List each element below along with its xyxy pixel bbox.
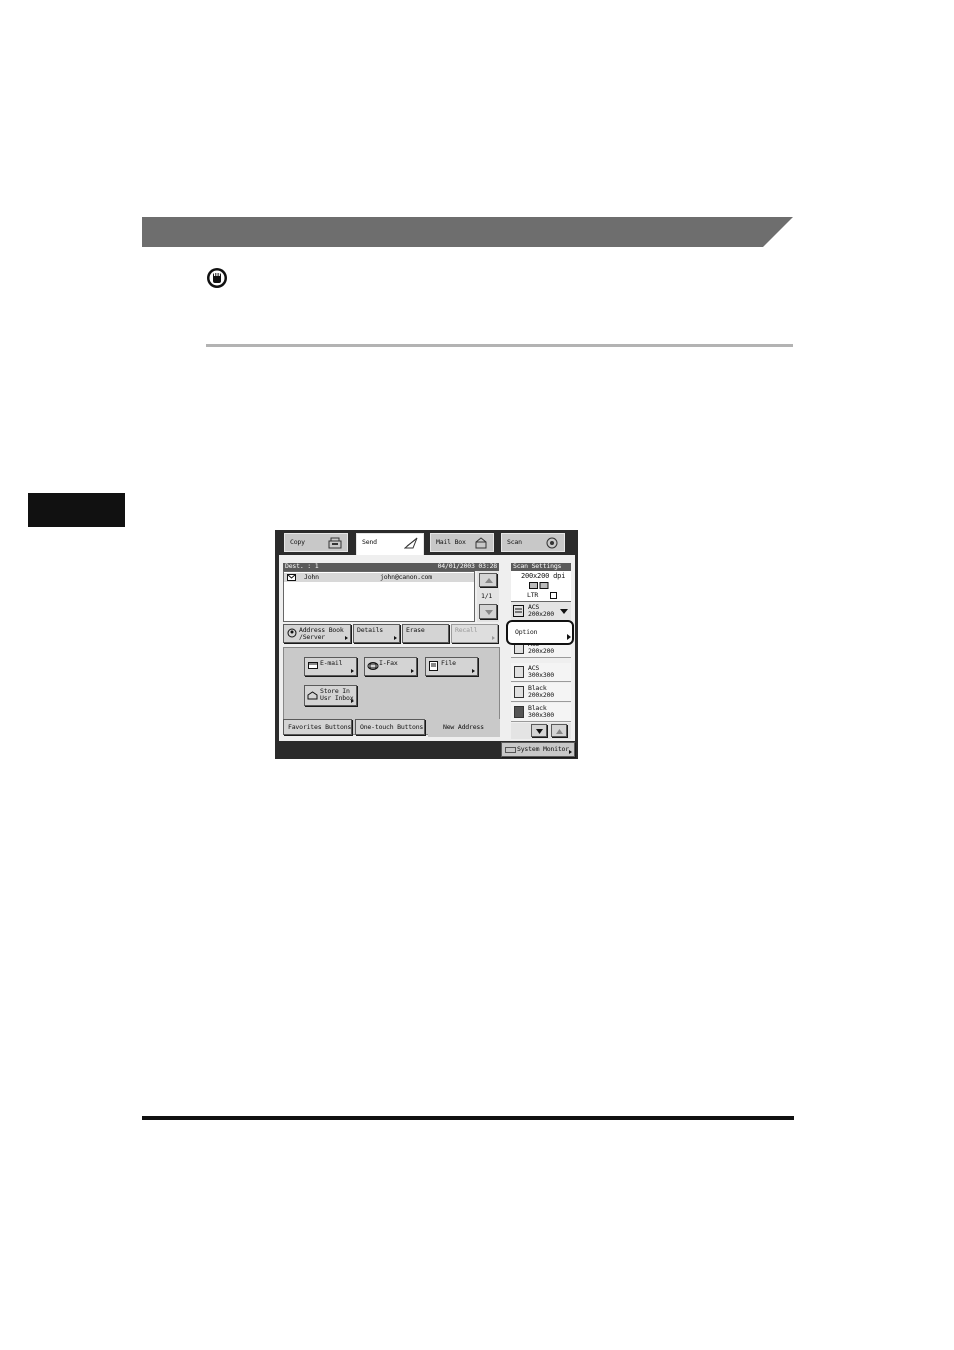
file-icon <box>429 661 438 671</box>
favorites-buttons-label: Favorites Buttons <box>288 723 352 731</box>
scan-list-scroll <box>511 723 571 739</box>
recall-button[interactable]: Recall <box>451 624 498 643</box>
file-button[interactable]: File <box>425 657 478 676</box>
tab-copy[interactable]: Copy <box>284 533 348 552</box>
down-arrow-icon <box>536 729 543 734</box>
store-in-user-inbox-label: Store In Usr Inbox <box>320 687 354 702</box>
dropdown-arrow-icon <box>560 609 568 614</box>
scan-resolution: 200x200 dpi <box>521 572 566 580</box>
email-button[interactable]: E-mail <box>304 657 357 676</box>
duplex-icon <box>529 582 549 589</box>
tab-send-label: Send <box>362 538 377 546</box>
scroll-down-button[interactable] <box>479 604 497 619</box>
scroll-up-button[interactable] <box>479 573 497 587</box>
option-button[interactable]: Option <box>506 620 574 645</box>
paper-orientation-icon <box>550 592 557 599</box>
file-label: File <box>441 659 456 667</box>
monitor-icon <box>505 747 516 753</box>
right-arrow-icon <box>567 634 571 640</box>
recall-label: Recall <box>455 626 478 634</box>
email-address-icon <box>287 574 296 581</box>
chapter-index-tab <box>28 493 125 527</box>
details-button[interactable]: Details <box>353 624 400 643</box>
scan-settings-title: Scan Settings <box>513 562 562 570</box>
scan-icon <box>546 537 558 549</box>
details-label: Details <box>357 626 383 634</box>
new-address-tab[interactable]: New Address <box>428 719 500 737</box>
erase-button[interactable]: Erase <box>402 624 449 643</box>
inbox-icon <box>307 691 318 700</box>
dest-scroll: 1/1 <box>477 571 499 622</box>
up-arrow-icon <box>485 578 493 583</box>
scan-scroll-up-button[interactable] <box>551 724 567 737</box>
system-monitor-button[interactable]: System Monitor <box>501 742 575 757</box>
scan-mode-black-200[interactable]: Black 200x200 <box>511 683 571 702</box>
scan-mode-black-300[interactable]: Black 300x300 <box>511 703 571 722</box>
copier-icon <box>328 537 342 549</box>
tab-copy-label: Copy <box>290 538 305 546</box>
mailbox-icon <box>475 537 487 549</box>
ifax-icon <box>367 662 379 670</box>
address-book-icon <box>287 628 297 638</box>
scan-mode-label: Black 300x300 <box>528 704 554 719</box>
system-monitor-label: System Monitor <box>517 745 569 753</box>
favorites-buttons-tab[interactable]: Favorites Buttons <box>283 719 352 735</box>
caution-icon <box>207 268 227 288</box>
destination-list: John john@canon.com <box>283 571 475 622</box>
ifax-label: I-Fax <box>379 659 398 667</box>
send-icon <box>404 537 418 549</box>
dest-count: Dest. : 1 <box>285 562 319 570</box>
scan-settings-summary: 200x200 dpi LTR <box>511 571 571 601</box>
store-in-user-inbox-button[interactable]: Store In Usr Inbox <box>304 685 357 706</box>
tab-scan[interactable]: Scan <box>501 533 565 552</box>
current-scan-mode: ACS 200x200 <box>528 603 554 618</box>
date-time: 04/01/2003 03:28 <box>437 562 498 570</box>
down-arrow-icon <box>485 610 493 615</box>
page-indicator: 1/1 <box>481 592 493 600</box>
scan-settings-header: Scan Settings <box>511 563 571 571</box>
up-arrow-icon <box>556 729 563 734</box>
option-label: Option <box>515 628 538 636</box>
one-touch-buttons-tab[interactable]: One-touch Buttons <box>355 719 425 735</box>
scan-mode-acs-300[interactable]: ACS 300x300 <box>511 663 571 682</box>
scan-mode-thumb-icon <box>513 605 524 617</box>
scan-mode-label: Black 200x200 <box>528 684 554 699</box>
document-icon <box>514 706 524 718</box>
tab-send[interactable]: Send <box>356 533 424 555</box>
tab-scan-label: Scan <box>507 538 522 546</box>
one-touch-buttons-label: One-touch Buttons <box>360 723 424 731</box>
tab-mail-box[interactable]: Mail Box <box>430 533 494 552</box>
destination-address: john@canon.com <box>380 573 432 581</box>
destination-name: John <box>304 573 319 581</box>
section-header-bar <box>142 217 793 247</box>
scan-mode-selector[interactable]: ACS 200x200 <box>511 601 571 620</box>
email-label: E-mail <box>320 659 343 667</box>
destination-header: Dest. : 1 04/01/2003 03:28 <box>283 563 499 571</box>
document-icon <box>514 666 524 678</box>
email-icon <box>308 662 318 669</box>
erase-label: Erase <box>406 626 425 634</box>
new-address-label: New Address <box>443 723 484 731</box>
scan-scroll-down-button[interactable] <box>531 724 547 737</box>
scan-mode-label: ACS 300x300 <box>528 664 554 679</box>
caution-divider <box>206 344 793 347</box>
touch-panel-screenshot: Copy Send Mail Box Scan Dest. : 1 04/01/… <box>275 530 578 759</box>
destination-row[interactable]: John john@canon.com <box>284 573 474 582</box>
address-book-label: Address Book /Server <box>299 626 344 641</box>
tab-mail-box-label: Mail Box <box>436 538 466 546</box>
document-icon <box>514 686 524 698</box>
ifax-button[interactable]: I-Fax <box>364 657 417 676</box>
address-book-server-button[interactable]: Address Book /Server <box>283 624 351 643</box>
paper-size: LTR <box>527 591 539 599</box>
footer-rule <box>142 1116 794 1120</box>
